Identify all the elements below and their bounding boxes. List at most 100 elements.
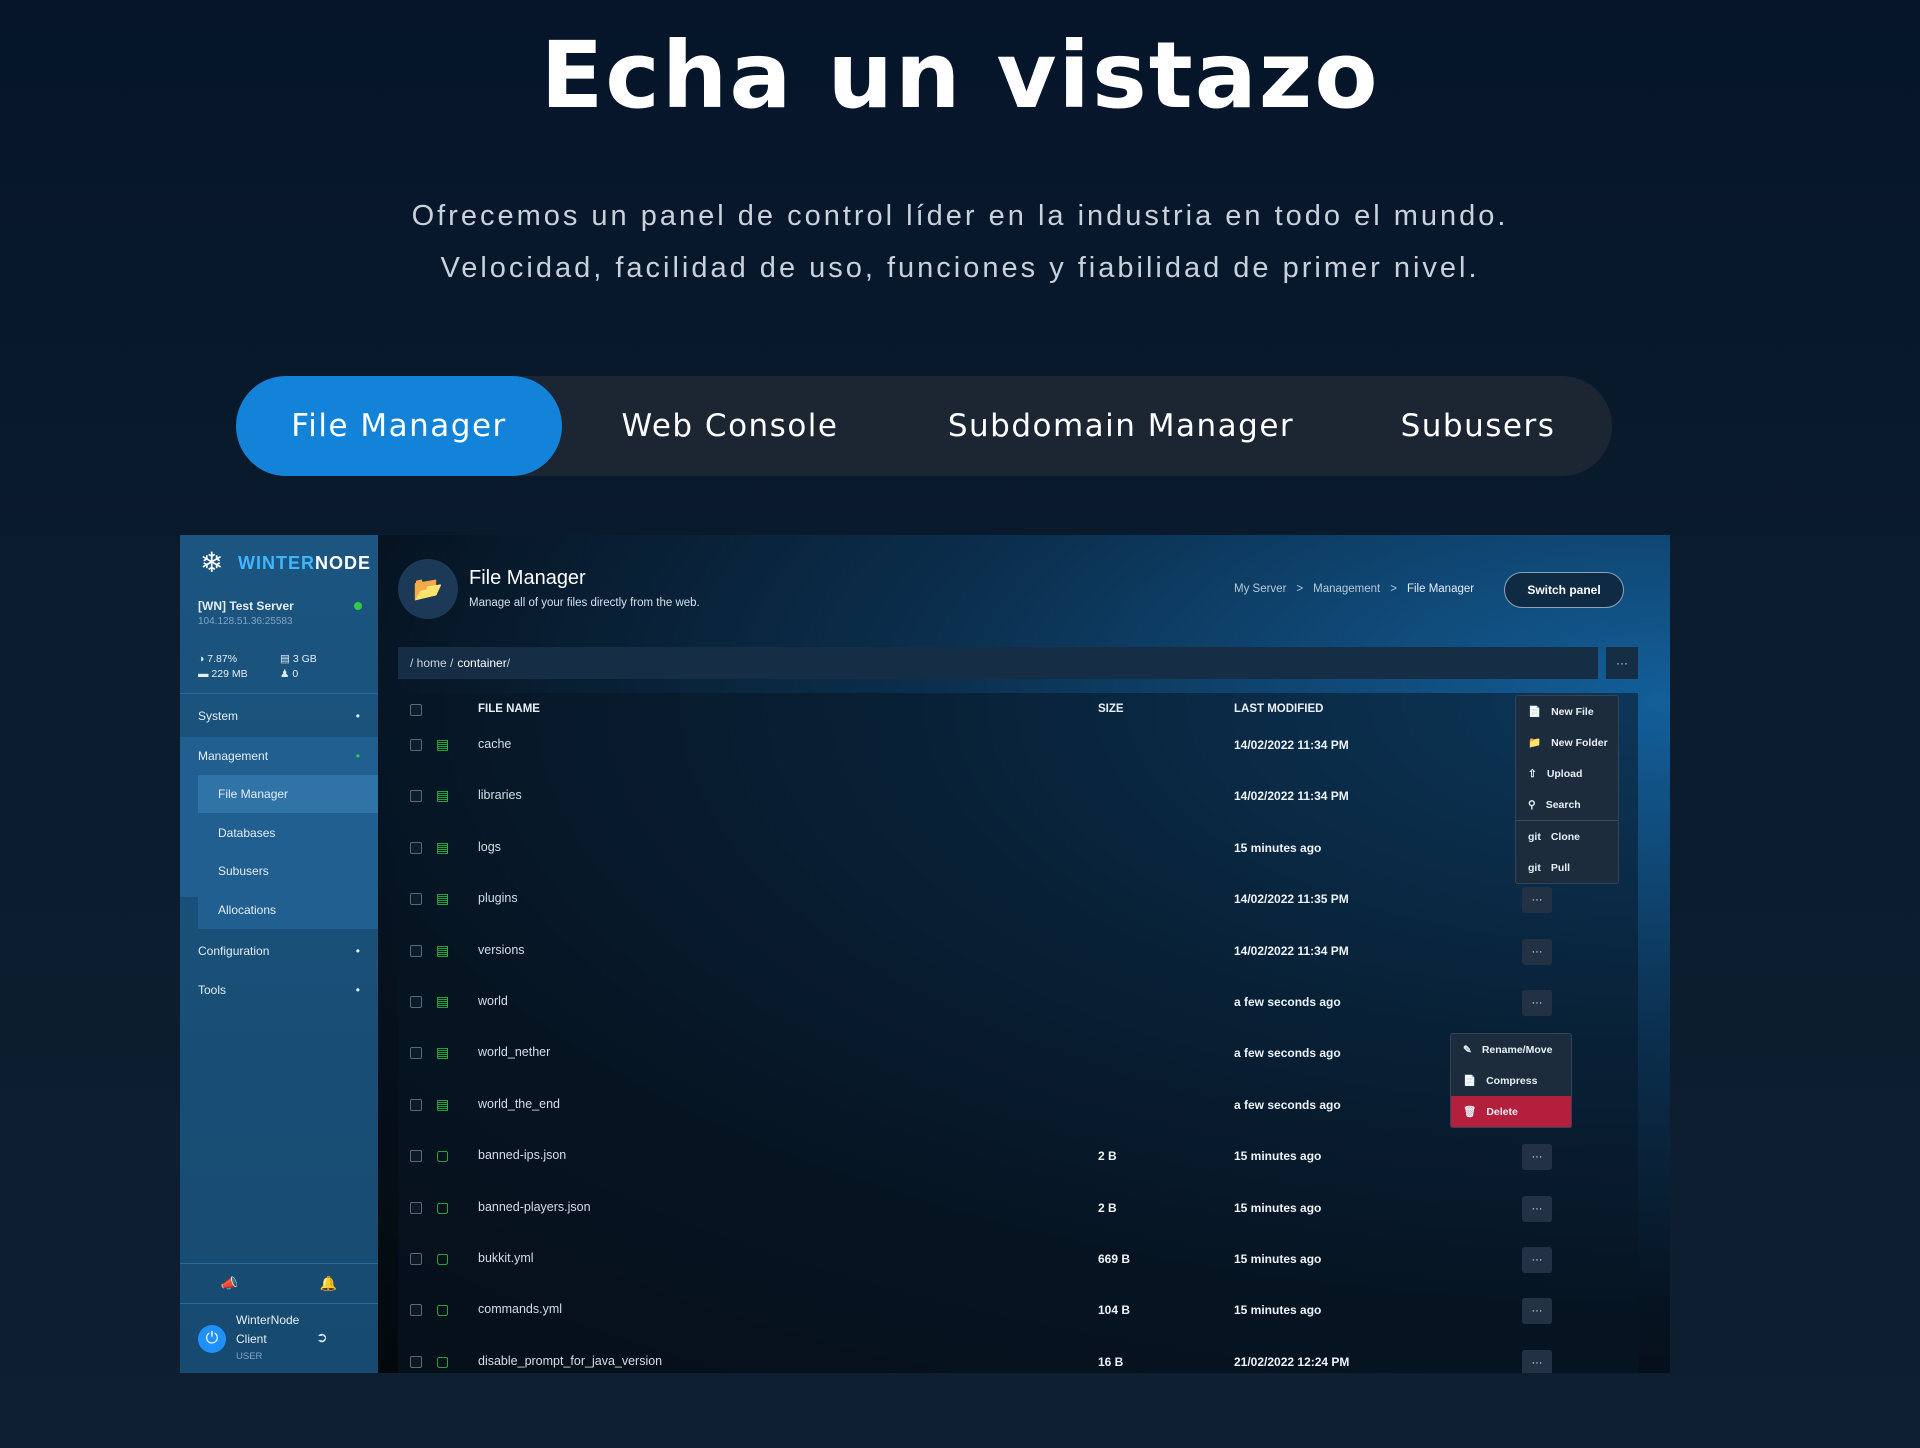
row-checkbox[interactable] (410, 790, 422, 802)
edit-icon: ✎ (1463, 1043, 1472, 1056)
table-row[interactable]: ▢ bukkit.yml 669 B 15 minutes ago ··· (398, 1241, 1638, 1292)
file-name[interactable]: versions (478, 943, 525, 957)
row-checkbox[interactable] (410, 1047, 422, 1059)
menu-compress[interactable]: 📄 Compress (1451, 1065, 1571, 1096)
sidebar-item-tools[interactable]: Tools • (180, 971, 378, 1009)
row-more-button[interactable]: ··· (1522, 1144, 1552, 1170)
sidebar-item-subusers[interactable]: Subusers (198, 852, 378, 890)
file-name[interactable]: libraries (478, 788, 522, 802)
folder-icon: ▤ (436, 942, 450, 958)
logout-icon[interactable]: ➲ (316, 1329, 328, 1346)
table-row[interactable]: ▤cache14/02/2022 11:34 PM··· (398, 727, 1638, 778)
file-name[interactable]: plugins (478, 891, 518, 905)
row-more-button[interactable]: ··· (1522, 1350, 1552, 1373)
row-more-button[interactable]: ··· (1522, 1196, 1552, 1222)
megaphone-icon[interactable]: 📣 (221, 1275, 238, 1292)
column-file-name[interactable]: FILE NAME (478, 703, 540, 715)
divider (180, 1263, 378, 1264)
menu-git-clone[interactable]: git Clone (1516, 821, 1618, 852)
table-row[interactable]: ▢ banned-players.json 2 B 15 minutes ago ··· (398, 1190, 1638, 1241)
file-name[interactable]: banned-ips.json (478, 1148, 566, 1162)
menu-rename-move[interactable]: ✎ Rename/Move (1451, 1034, 1571, 1065)
menu-upload[interactable]: ⇧ Upload (1516, 758, 1618, 789)
table-row[interactable]: ▢ banned-ips.json 2 B 15 minutes ago ··· (398, 1138, 1638, 1189)
select-all-checkbox[interactable] (410, 704, 422, 716)
row-checkbox[interactable] (410, 1253, 422, 1265)
sidebar-item-system[interactable]: System • (180, 697, 378, 735)
main-content: 📂 File Manager Manage all of your files … (398, 535, 1658, 1373)
snowflake-icon: ❄ (200, 547, 224, 578)
row-checkbox[interactable] (410, 1356, 422, 1368)
tab-file-manager[interactable]: File Manager (236, 376, 562, 476)
row-more-button[interactable]: ··· (1522, 1298, 1552, 1324)
file-name[interactable]: commands.yml (478, 1302, 562, 1316)
file-name[interactable]: world_nether (478, 1045, 550, 1059)
file-name[interactable]: disable_prompt_for_java_version (478, 1354, 662, 1368)
row-checkbox[interactable] (410, 1150, 422, 1162)
file-name[interactable]: logs (478, 840, 501, 854)
switch-panel-button[interactable]: Switch panel (1504, 572, 1624, 608)
row-checkbox[interactable] (410, 1202, 422, 1214)
row-checkbox[interactable] (410, 945, 422, 957)
sidebar-item-file-manager[interactable]: File Manager (198, 775, 378, 813)
path-prefix[interactable]: / home / (410, 656, 453, 670)
sidebar-item-databases[interactable]: Databases (198, 814, 378, 852)
table-row[interactable]: ▤libraries14/02/2022 11:34 PM··· (398, 778, 1638, 829)
row-more-button[interactable]: ··· (1522, 990, 1552, 1016)
path-suffix: / (506, 656, 511, 670)
breadcrumb-separator: > (1390, 583, 1397, 595)
table-row[interactable]: ▤logs15 minutes ago··· (398, 830, 1638, 881)
menu-delete[interactable]: 🗑 Delete (1451, 1096, 1571, 1127)
tab-subdomain-manager[interactable]: Subdomain Manager (898, 376, 1344, 476)
user-name: WinterNode Client (236, 1313, 300, 1346)
server-name: [WN] Test Server (198, 599, 294, 613)
file-name[interactable]: world_the_end (478, 1097, 560, 1111)
column-last-modified[interactable]: LAST MODIFIED (1234, 703, 1323, 715)
folder-icon: ▤ (436, 839, 450, 855)
sidebar: ❄ WINTERNODE [WN] Test Server 104.128.51… (180, 535, 378, 1373)
server-card[interactable]: [WN] Test Server 104.128.51.36:25583 (198, 599, 362, 627)
power-icon[interactable]: ⏻ (198, 1325, 226, 1353)
create-menu: 📄 New File 📁 New Folder ⇧ Upload ⚲ Search gi… (1515, 695, 1619, 884)
file-name[interactable]: banned-players.json (478, 1200, 591, 1214)
row-checkbox[interactable] (410, 842, 422, 854)
search-icon: ⚲ (1528, 798, 1536, 811)
breadcrumb-management[interactable]: Management (1313, 583, 1380, 595)
file-icon: 📄 (1528, 706, 1542, 718)
menu-search[interactable]: ⚲ Search (1516, 789, 1618, 820)
sidebar-item-allocations[interactable]: Allocations (198, 891, 378, 929)
table-row[interactable]: ▢ disable_prompt_for_java_version 16 B 21/0… (398, 1344, 1638, 1373)
row-checkbox[interactable] (410, 893, 422, 905)
file-size: 2 B (1098, 1149, 1117, 1163)
row-more-button[interactable]: ··· (1522, 939, 1552, 965)
row-checkbox[interactable] (410, 1304, 422, 1316)
menu-new-file[interactable]: 📄 New File (1516, 696, 1618, 727)
table-row[interactable]: ▤ world a few seconds ago ··· (398, 984, 1638, 1035)
folder-icon: ▤ (436, 1096, 450, 1112)
table-row[interactable]: ▤ versions 14/02/2022 11:34 PM ··· (398, 933, 1638, 984)
divider (180, 693, 378, 694)
tab-web-console[interactable]: Web Console (562, 376, 898, 476)
bell-icon[interactable]: 🔔 (320, 1275, 337, 1292)
table-row[interactable]: ▤ plugins 14/02/2022 11:35 PM ··· (398, 881, 1638, 932)
table-row[interactable]: ▢ commands.yml 104 B 15 minutes ago ··· (398, 1292, 1638, 1343)
server-status-indicator (354, 602, 362, 610)
row-checkbox[interactable] (410, 996, 422, 1008)
brand-logo[interactable]: ❄ WINTERNODE (200, 549, 371, 577)
row-checkbox[interactable] (410, 1099, 422, 1111)
row-more-button[interactable]: ··· (1522, 887, 1552, 913)
row-checkbox[interactable] (410, 739, 422, 751)
menu-git-pull[interactable]: git Pull (1516, 852, 1618, 883)
tab-subusers[interactable]: Subusers (1344, 376, 1612, 476)
row-more-button[interactable]: ··· (1522, 1247, 1552, 1273)
breadcrumb-my-server[interactable]: My Server (1234, 583, 1286, 595)
sidebar-item-configuration[interactable]: Configuration • (180, 932, 378, 970)
menu-new-folder[interactable]: 📁 New Folder (1516, 727, 1618, 758)
sidebar-item-management[interactable]: Management • (180, 737, 378, 775)
file-name[interactable]: cache (478, 737, 511, 751)
file-name[interactable]: bukkit.yml (478, 1251, 534, 1265)
file-name[interactable]: world (478, 994, 508, 1008)
path-actions-button[interactable]: ··· (1606, 647, 1638, 679)
path-current: container (457, 656, 507, 670)
column-size[interactable]: SIZE (1098, 703, 1124, 715)
